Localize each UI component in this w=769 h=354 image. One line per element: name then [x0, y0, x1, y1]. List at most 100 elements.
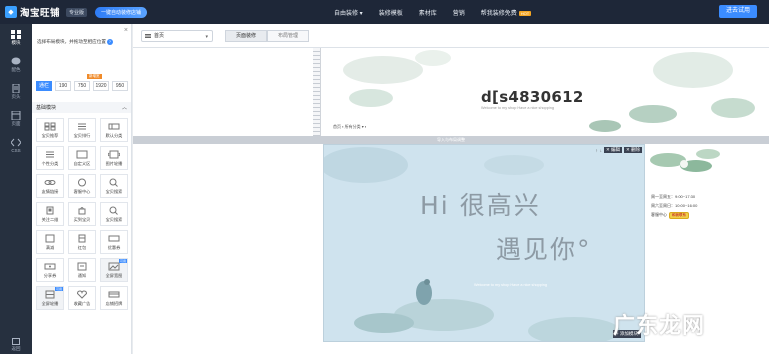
width-option[interactable]: 190: [55, 81, 71, 91]
app-logo[interactable]: ◆ 淘宝旺铺: [5, 5, 60, 19]
width-option[interactable]: 通栏: [36, 81, 52, 91]
share-icon: [44, 263, 56, 269]
rail-label: 页面: [11, 120, 21, 126]
watermark-text: 广东龙网: [613, 314, 706, 339]
headset-icon: [78, 178, 86, 186]
rail-item-modules[interactable]: 模块: [0, 24, 32, 51]
topnav-help-decorate[interactable]: 帮我装修免费 HOT: [480, 8, 532, 17]
hot-badge: HOT: [518, 10, 532, 16]
topnav-templates[interactable]: 装修模板: [379, 8, 403, 17]
rail-item-header[interactable]: 页头: [0, 78, 32, 105]
module-label: 优惠券: [107, 244, 121, 250]
module-tile[interactable]: 宝贝推荐: [36, 118, 64, 142]
edit-button[interactable]: ✕ 编辑: [603, 147, 622, 153]
close-icon[interactable]: ×: [124, 27, 128, 34]
width-new-badge: 新增宽: [87, 74, 102, 79]
module-panel: × 选择布局模块，并拖动至相应位置? 新增宽 通栏 190 750 1920 9…: [32, 24, 132, 354]
top-nav: 自由装修 ▾ 装修模板 素材库 营销 帮我装修免费 HOT: [334, 0, 547, 24]
chevron-down-icon: ▾: [205, 34, 208, 40]
module-label: 关注二维: [41, 216, 59, 222]
chat-icon: [11, 57, 21, 64]
page-icon: [11, 110, 21, 120]
module-label: 分享券: [43, 272, 57, 278]
module-tile[interactable]: 客服中心: [68, 174, 96, 198]
module-tile[interactable]: 宝贝排行: [68, 118, 96, 142]
promo-pill[interactable]: 一键自动装修店铺: [95, 6, 148, 18]
shop-mini-nav[interactable]: 首页 ▪ 所有分类 ▾ ▪: [333, 124, 366, 130]
module-tile[interactable]: 分享券: [36, 258, 64, 282]
chevron-up-icon: ︿: [121, 105, 127, 111]
service-label: 客服中心: [651, 212, 667, 217]
leaf-decoration-icon: [650, 149, 720, 172]
leaf-decoration-icon: [324, 147, 620, 341]
module-label: 店铺招牌: [105, 300, 123, 306]
topnav-marketing[interactable]: 营销: [453, 8, 465, 17]
module-tile[interactable]: 优惠券: [100, 230, 128, 254]
separator-label: 导入与布局调整: [437, 137, 465, 142]
topnav-help-label: 帮我装修免费: [480, 10, 517, 17]
shop-signboard[interactable]: d[s4830612 Welcome to my shop Have a nic…: [133, 48, 769, 136]
qrcode-icon: [46, 206, 54, 214]
help-icon[interactable]: ?: [106, 39, 113, 45]
ruler: [313, 48, 321, 136]
list-icon: [46, 151, 54, 157]
module-label: 全屏轮播: [41, 300, 59, 306]
tab-page-decorate[interactable]: 页面装修: [225, 30, 267, 42]
module-tile[interactable]: 店铺招牌: [100, 286, 128, 310]
module-tile[interactable]: 关注二维: [36, 202, 64, 226]
frame-icon: [76, 150, 88, 158]
module-tile[interactable]: 收藏广告: [68, 286, 96, 310]
module-label: 宝贝搜索: [105, 188, 123, 194]
module-tile[interactable]: 买到宝贝: [68, 202, 96, 226]
rail-item-colors[interactable]: 配色: [0, 51, 32, 78]
module-label: 红包: [77, 244, 87, 250]
section-title: 基础模块: [36, 105, 57, 111]
module-tile[interactable]: 默认分类: [100, 118, 128, 142]
module-tile[interactable]: 通知: [68, 258, 96, 282]
module-tile[interactable]: 个性分类: [36, 146, 64, 170]
module-grid: 宝贝推荐 宝贝排行 默认分类 个性分类 自定义区 图片轮播 友情链接 客服中心 …: [36, 118, 128, 310]
topnav-free-decorate[interactable]: 自由装修 ▾: [334, 8, 363, 17]
width-option[interactable]: 750: [74, 81, 90, 91]
left-rail: 模块 配色 页头 页面 CSS 返回: [0, 24, 32, 354]
shop-subtitle: Welcome to my shop Have a nice shopping: [481, 106, 554, 110]
module-tile[interactable]: 自定义区: [68, 146, 96, 170]
module-tile[interactable]: 友情链接: [36, 174, 64, 198]
contact-badge[interactable]: 和我联系: [669, 212, 689, 219]
shop-name: d[s4830612: [481, 88, 584, 106]
delete-button[interactable]: ✕ 删除: [623, 147, 642, 153]
module-tile[interactable]: 图片轮播: [100, 146, 128, 170]
module-tile[interactable]: 红包: [68, 230, 96, 254]
tab-layout-manage[interactable]: 布局管理: [267, 30, 309, 42]
module-tile[interactable]: 宝贝搜索: [100, 174, 128, 198]
section-header[interactable]: 基础模块 ︿: [32, 102, 131, 113]
rail-item-page[interactable]: 页面: [0, 105, 32, 132]
move-up-icon[interactable]: ↑: [595, 148, 597, 153]
move-down-icon[interactable]: ↓: [600, 148, 602, 153]
rail-back-label: 返回: [11, 346, 21, 351]
module-tile[interactable]: 宝贝搜索: [100, 202, 128, 226]
heart-icon: [76, 289, 88, 299]
category-icon: [108, 123, 120, 129]
signboard-icon: [108, 291, 120, 297]
topnav-materials[interactable]: 素材库: [419, 8, 437, 17]
list-icon: [78, 123, 86, 129]
page-select[interactable]: 首页 ▾: [141, 30, 213, 42]
width-selector: 通栏 190 750 1920 950: [36, 81, 128, 91]
module-label: 收藏广告: [73, 300, 91, 306]
service-hours: 周一至周五：9:00~17:30: [651, 194, 696, 199]
width-option[interactable]: 950: [112, 81, 128, 91]
trial-button[interactable]: 进去试用: [718, 5, 757, 18]
module-tile[interactable]: 可用 全屏宽图: [100, 258, 128, 282]
rail-label: 模块: [11, 39, 21, 45]
rail-label: 页头: [11, 93, 21, 99]
width-option[interactable]: 1920: [93, 81, 109, 91]
module-tile[interactable]: 可用 全屏轮播: [36, 286, 64, 310]
panel-tip: 选择布局模块，并拖动至相应位置?: [37, 39, 113, 45]
rail-item-css[interactable]: CSS: [0, 132, 32, 159]
rail-back[interactable]: 返回: [0, 338, 32, 352]
notice-icon: [77, 262, 87, 270]
editor-tabs: 页面装修 布局管理: [225, 30, 309, 42]
module-tile[interactable]: 满减: [36, 230, 64, 254]
hero-banner[interactable]: ↑ ↓ ✕ 编辑 ✕ 删除 Hi 很高兴 遇见你° Welcome to my …: [323, 144, 645, 342]
